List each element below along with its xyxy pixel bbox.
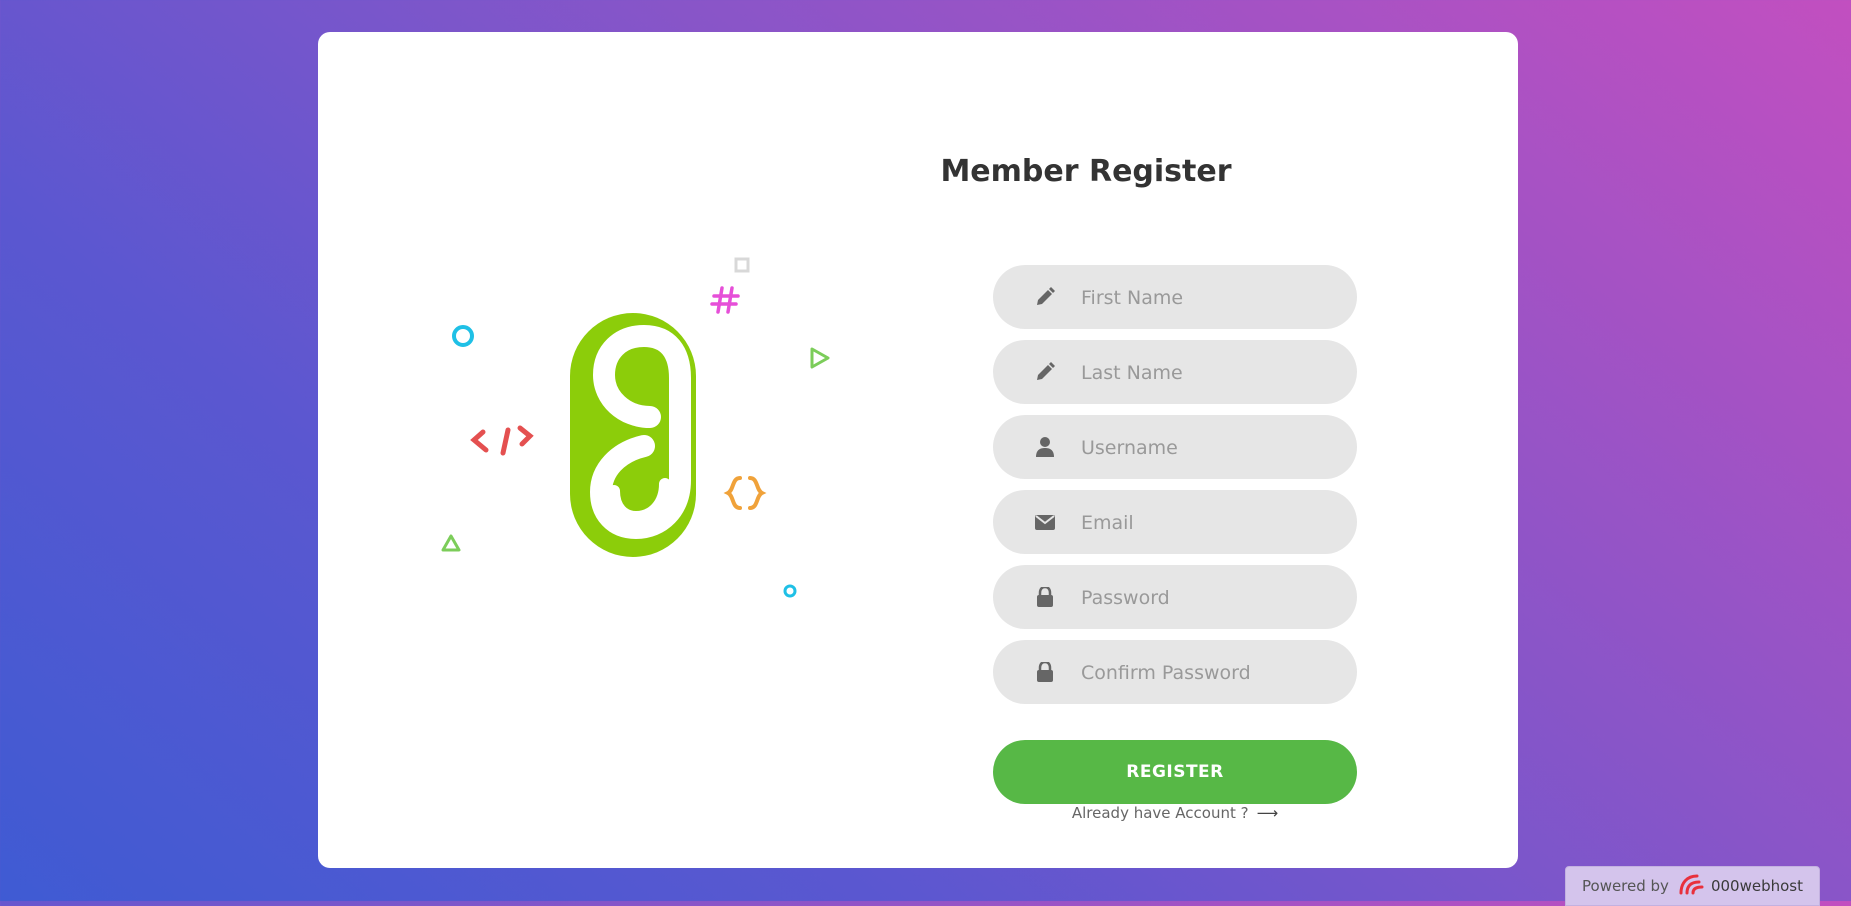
play-triangle-decoration (810, 347, 830, 369)
illustration (318, 32, 878, 868)
user-icon (1033, 435, 1057, 459)
pencil-icon (1033, 360, 1057, 384)
powered-by-brand: 000webhost (1710, 877, 1803, 895)
page-title: Member Register (940, 154, 1232, 189)
login-link[interactable]: Already have Account ? ⟶ (993, 804, 1357, 822)
first-name-input[interactable] (1079, 265, 1343, 331)
arrow-right-icon: ⟶ (1256, 804, 1279, 822)
pencil-icon (1033, 285, 1057, 309)
braces-icon (723, 476, 767, 510)
lock-icon (1033, 660, 1057, 684)
envelope-icon (1033, 510, 1057, 534)
last-name-input[interactable] (1079, 340, 1343, 406)
powered-by-badge[interactable]: Powered by 000webhost (1565, 866, 1820, 906)
email-field-container (993, 490, 1357, 556)
confirm-password-input[interactable] (1079, 640, 1343, 706)
login-link-label: Already have Account ? (1071, 804, 1249, 822)
triangle-decoration (441, 534, 461, 552)
first-name-field-container (993, 265, 1357, 331)
email-input[interactable] (1079, 490, 1343, 556)
square-decoration (734, 257, 750, 273)
last-name-field-container (993, 340, 1357, 406)
lock-icon (1033, 585, 1057, 609)
username-field-container (993, 415, 1357, 481)
username-input[interactable] (1079, 415, 1343, 481)
hash-icon (710, 286, 740, 314)
circle-decoration (452, 325, 474, 347)
register-card: Member Register First Name Last Name Use… (318, 32, 1518, 868)
webhost-logo-icon (1677, 873, 1705, 899)
brand-logo (570, 313, 696, 557)
powered-by-label: Powered by (1582, 877, 1669, 895)
small-circle-decoration (783, 584, 797, 598)
password-input[interactable] (1079, 565, 1343, 631)
password-field-container (993, 565, 1357, 631)
confirm-password-field-container (993, 640, 1357, 706)
register-button[interactable]: REGISTER (993, 740, 1357, 804)
code-tag-icon (470, 425, 534, 456)
